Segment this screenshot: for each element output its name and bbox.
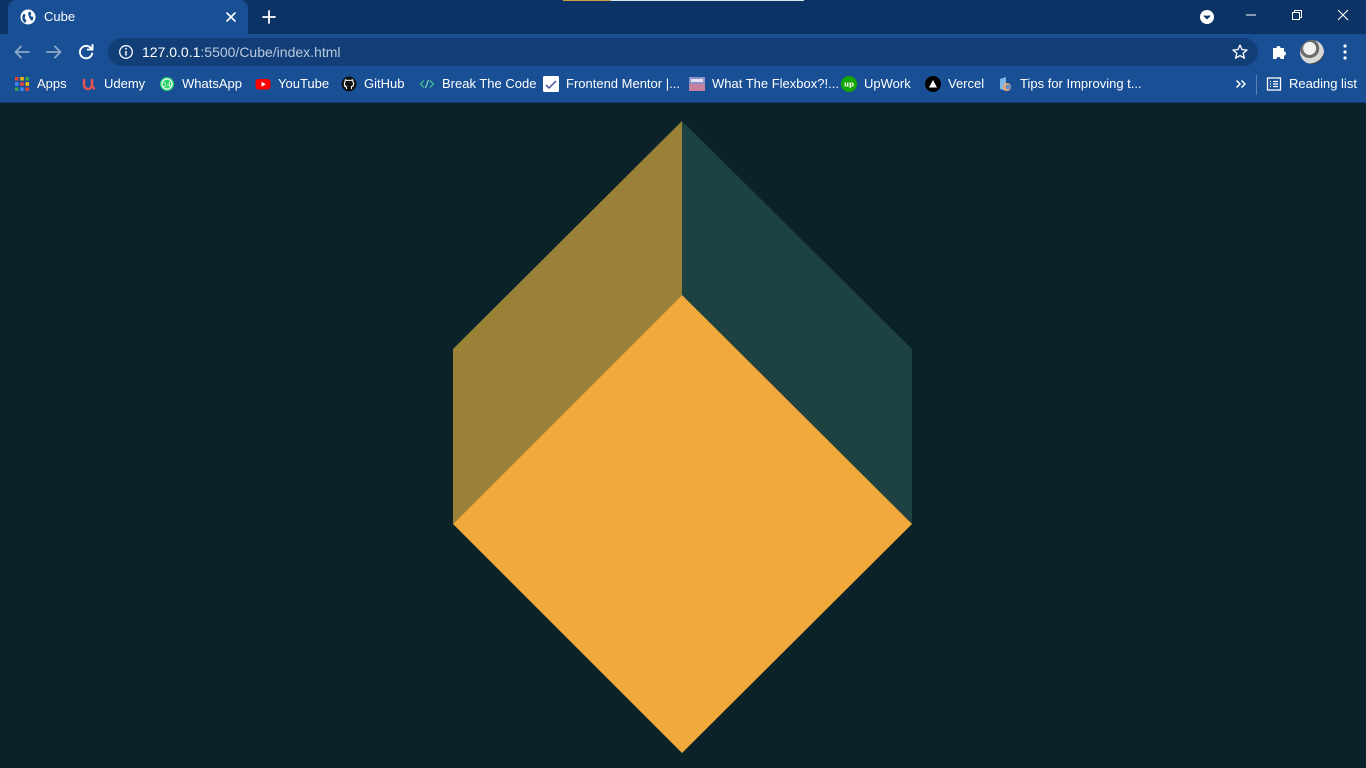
site-info-icon[interactable] [118,44,134,60]
frontend-mentor-icon [543,76,559,92]
bookmarks-bar: Apps Udemy 14 WhatsApp YouTube GitHub Br… [0,69,1366,103]
udemy-icon [82,79,96,91]
url-host: 127.0.0.1 [142,44,201,60]
minimize-button[interactable] [1228,0,1274,30]
back-arrow-icon[interactable] [11,41,33,63]
url-path: :5500/Cube/index.html [200,44,341,60]
bookmark-whatsapp[interactable]: 14 WhatsApp [159,69,242,99]
bookmark-label: Break The Code [442,76,537,91]
bookmark-apps[interactable]: Apps [14,69,67,99]
url-text[interactable]: 127.0.0.1:5500/Cube/index.html [142,44,340,60]
bookmark-break-the-code[interactable]: Break The Code [419,69,536,99]
toolbar: 127.0.0.1:5500/Cube/index.html [0,34,1366,69]
chevron-double-right-icon[interactable] [1233,76,1249,92]
bookmark-label: Tips for Improving t... [1020,76,1142,91]
kebab-menu-icon[interactable] [1336,42,1354,62]
vercel-icon [925,76,941,92]
bookmark-youtube[interactable]: YouTube [255,69,329,99]
bookmark-label: YouTube [278,76,330,91]
address-bar[interactable]: 127.0.0.1:5500/Cube/index.html [108,38,1258,66]
apps-grid-icon [15,77,29,91]
github-icon [341,76,357,92]
bookmark-label: Frontend Mentor |... [566,76,680,91]
page-viewport [0,103,1366,768]
tab-cube[interactable]: Cube [8,0,248,34]
restore-icon [1292,10,1302,20]
bookmark-frontend-mentor[interactable]: Frontend Mentor |... [543,69,680,99]
bookmark-github[interactable]: GitHub [341,69,404,99]
reading-list-button[interactable]: Reading list [1266,69,1357,99]
browser-window: Cube 127.0.0.1:5500/Cube/index.html Apps… [0,0,1366,768]
window-close-button[interactable] [1320,0,1366,30]
svg-text:14: 14 [163,81,171,88]
reading-list-icon [1266,77,1282,91]
bookmark-star-icon[interactable] [1231,43,1249,61]
bookmark-upwork[interactable]: up UpWork [841,69,911,99]
bookmark-label: UpWork [864,76,911,91]
globe-icon [20,9,36,25]
bookmark-what-the-flexbox[interactable]: What The Flexbox?!... [689,69,839,99]
reload-icon[interactable] [75,41,97,63]
bookmark-label: WhatsApp [182,76,242,91]
profile-avatar[interactable] [1300,40,1324,64]
forward-arrow-icon[interactable] [43,41,65,63]
bookmark-udemy[interactable]: Udemy [81,69,145,99]
youtube-icon [255,79,271,90]
bookmark-tips-for-improving[interactable]: Tips for Improving t... [997,69,1142,99]
close-icon[interactable] [222,8,240,26]
svg-text:up: up [844,81,854,89]
flexbox-icon [689,77,705,91]
bookmark-vercel[interactable]: Vercel [925,69,984,99]
bookmark-label: What The Flexbox?!... [712,76,839,91]
minimize-icon [1246,14,1256,16]
tips-icon [1000,77,1011,91]
tab-search-icon[interactable] [1197,7,1217,27]
tab-title: Cube [44,9,76,24]
whatsapp-icon: 14 [160,77,174,91]
code-icon [419,79,435,89]
bookmark-label: Vercel [948,76,985,91]
reading-list-label: Reading list [1289,76,1357,91]
page-loading-indicator [563,0,611,1]
bookmark-label: Udemy [104,76,146,91]
extensions-puzzle-icon[interactable] [1269,42,1289,62]
upwork-icon: up [841,76,857,92]
bookmarks-divider [1256,75,1257,95]
page-loading-track [611,0,804,1]
cube-graphic [453,121,912,753]
bookmark-label: Apps [37,76,67,91]
bookmark-label: GitHub [364,76,405,91]
new-tab-plus-icon[interactable] [259,7,279,27]
tab-strip: Cube [0,0,1366,34]
window-close-icon [1337,9,1349,21]
restore-button[interactable] [1274,0,1320,30]
